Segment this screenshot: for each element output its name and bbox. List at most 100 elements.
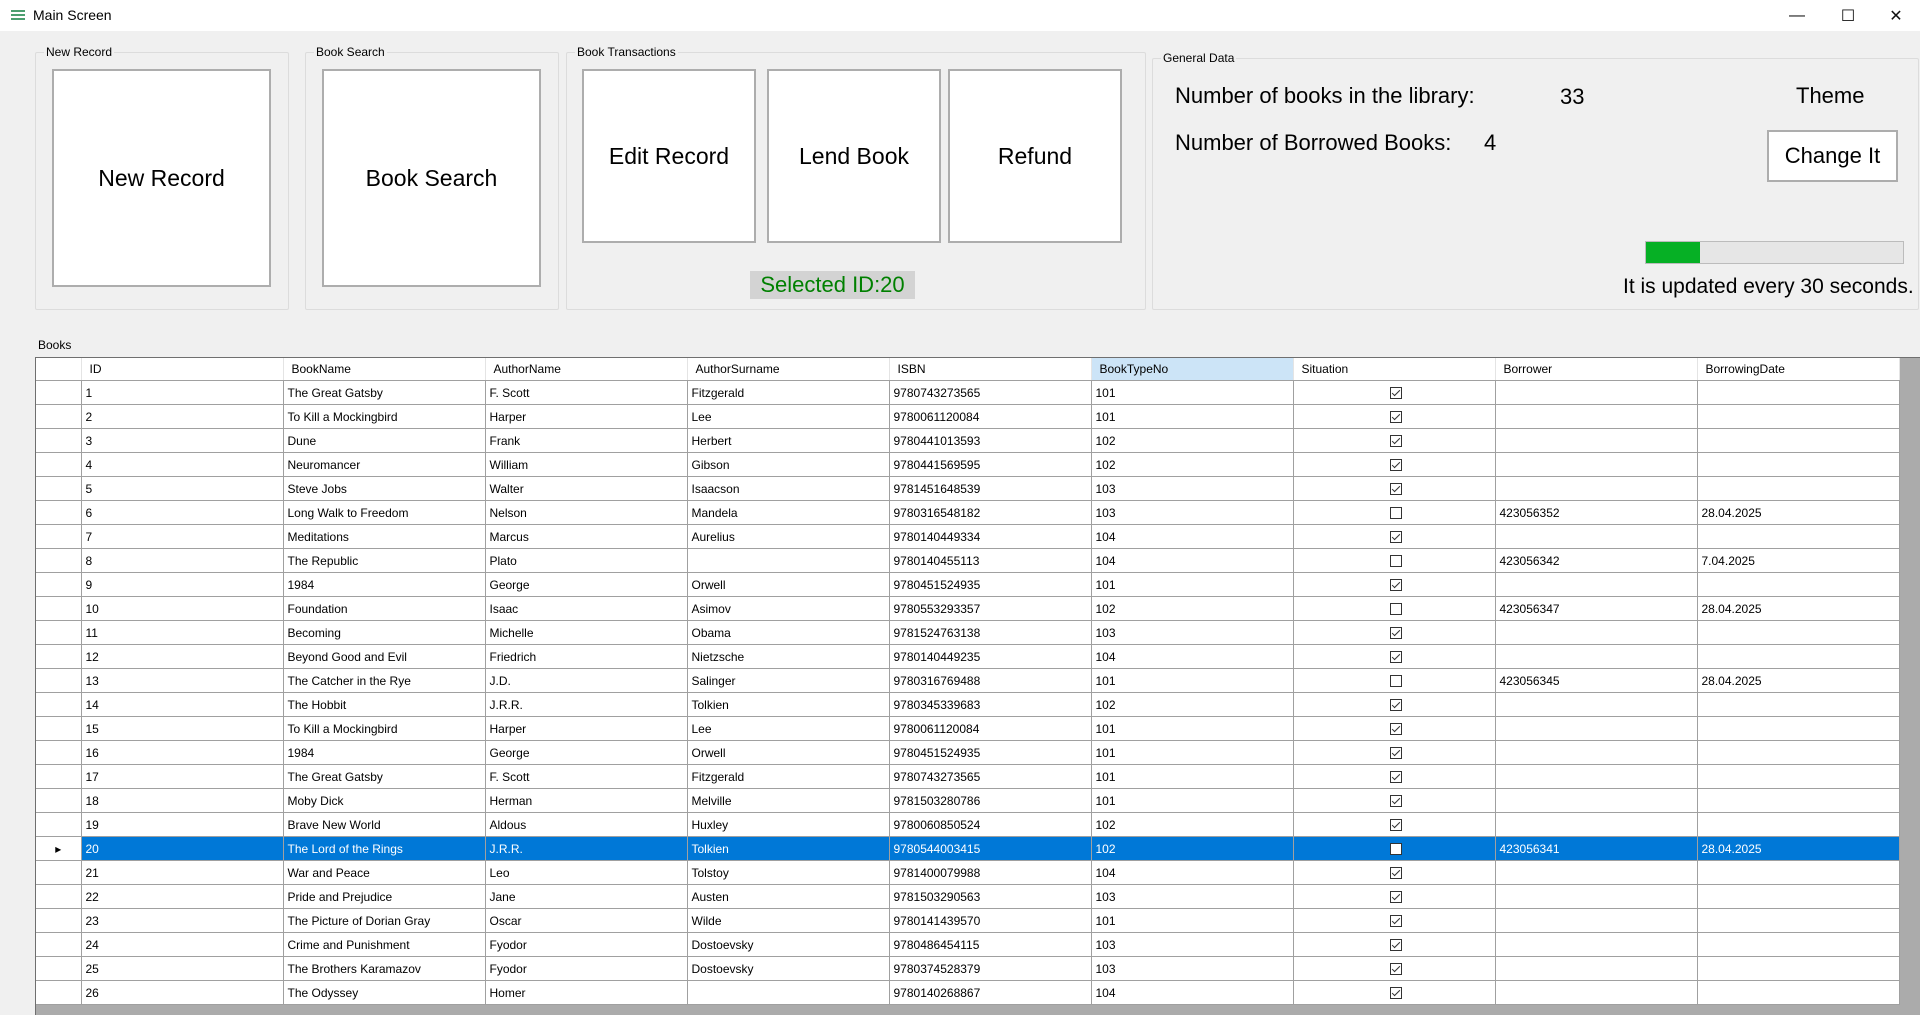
checkbox-unchecked-icon[interactable]	[1390, 675, 1402, 688]
table-cell[interactable]	[1697, 380, 1900, 405]
table-cell[interactable]	[1495, 380, 1698, 405]
table-cell[interactable]: Dostoevsky	[687, 956, 890, 981]
table-cell[interactable]: The Odyssey	[283, 980, 486, 1005]
table-cell[interactable]: Oscar	[485, 908, 688, 933]
table-row[interactable]: 26 The Odyssey Homer 9780140268867 104	[36, 980, 1900, 1005]
table-row[interactable]: 23 The Picture of Dorian Gray Oscar Wilde 97…	[36, 908, 1900, 933]
row-header[interactable]	[36, 812, 82, 837]
checkbox-checked-icon[interactable]	[1390, 699, 1402, 712]
table-cell[interactable]: 1984	[283, 740, 486, 765]
row-header[interactable]	[36, 596, 82, 621]
table-cell[interactable]	[1293, 980, 1496, 1005]
table-cell[interactable]: William	[485, 452, 688, 477]
column-header[interactable]: ID	[81, 358, 284, 381]
table-cell[interactable]: 101	[1091, 764, 1294, 789]
table-cell[interactable]	[1293, 692, 1496, 717]
table-cell[interactable]: 28.04.2025	[1697, 500, 1900, 525]
table-cell[interactable]: 9780553293357	[889, 596, 1092, 621]
table-cell[interactable]	[1293, 452, 1496, 477]
row-header[interactable]	[36, 380, 82, 405]
checkbox-checked-icon[interactable]	[1390, 987, 1402, 1000]
table-cell[interactable]	[1697, 524, 1900, 549]
edit-record-button[interactable]: Edit Record	[582, 69, 756, 243]
table-cell[interactable]	[1495, 644, 1698, 669]
table-cell[interactable]	[1697, 572, 1900, 597]
table-cell[interactable]: Harper	[485, 404, 688, 429]
table-cell[interactable]: Austen	[687, 884, 890, 909]
table-cell[interactable]: Frank	[485, 428, 688, 453]
table-row[interactable]: 24 Crime and Punishment Fyodor Dostoevsky 97…	[36, 932, 1900, 957]
table-cell[interactable]: Brave New World	[283, 812, 486, 837]
table-cell[interactable]	[1293, 908, 1496, 933]
table-cell[interactable]: 18	[81, 788, 284, 813]
table-cell[interactable]: Leo	[485, 860, 688, 885]
table-row[interactable]: 4 Neuromancer William Gibson 9780441569595 10…	[36, 452, 1900, 477]
checkbox-checked-icon[interactable]	[1390, 627, 1402, 640]
table-cell[interactable]: 24	[81, 932, 284, 957]
table-cell[interactable]: 1984	[283, 572, 486, 597]
table-cell[interactable]: 104	[1091, 524, 1294, 549]
table-cell[interactable]: The Republic	[283, 548, 486, 573]
checkbox-checked-icon[interactable]	[1390, 723, 1402, 736]
table-cell[interactable]: 12	[81, 644, 284, 669]
table-cell[interactable]: The Picture of Dorian Gray	[283, 908, 486, 933]
table-cell[interactable]: The Great Gatsby	[283, 764, 486, 789]
checkbox-checked-icon[interactable]	[1390, 915, 1402, 928]
table-cell[interactable]: 13	[81, 668, 284, 693]
table-cell[interactable]: 9780486454115	[889, 932, 1092, 957]
table-cell[interactable]	[1495, 572, 1698, 597]
table-cell[interactable]	[1697, 476, 1900, 501]
table-cell[interactable]	[1697, 956, 1900, 981]
table-cell[interactable]: 423056342	[1495, 548, 1698, 573]
table-cell[interactable]	[1697, 692, 1900, 717]
table-cell[interactable]: 9	[81, 572, 284, 597]
checkbox-checked-icon[interactable]	[1390, 867, 1402, 880]
table-cell[interactable]: 103	[1091, 500, 1294, 525]
table-cell[interactable]	[1495, 692, 1698, 717]
table-cell[interactable]: Nelson	[485, 500, 688, 525]
table-cell[interactable]: Orwell	[687, 572, 890, 597]
table-cell[interactable]: 9781400079988	[889, 860, 1092, 885]
table-cell[interactable]: F. Scott	[485, 380, 688, 405]
table-cell[interactable]: 102	[1091, 428, 1294, 453]
table-row[interactable]: 5 Steve Jobs Walter Isaacson 9781451648539 10…	[36, 476, 1900, 501]
table-cell[interactable]: 6	[81, 500, 284, 525]
table-cell[interactable]: Herman	[485, 788, 688, 813]
row-header[interactable]	[36, 548, 82, 573]
table-cell[interactable]: 9780140455113	[889, 548, 1092, 573]
table-cell[interactable]	[1293, 788, 1496, 813]
table-cell[interactable]: Fitzgerald	[687, 380, 890, 405]
row-header[interactable]	[36, 452, 82, 477]
table-cell[interactable]: 101	[1091, 572, 1294, 597]
table-cell[interactable]	[1293, 644, 1496, 669]
table-cell[interactable]	[1293, 572, 1496, 597]
table-cell[interactable]: 22	[81, 884, 284, 909]
maximize-button[interactable]: ☐	[1825, 0, 1871, 31]
table-cell[interactable]: 102	[1091, 692, 1294, 717]
table-cell[interactable]	[1293, 764, 1496, 789]
table-cell[interactable]	[687, 548, 890, 573]
table-cell[interactable]: 10	[81, 596, 284, 621]
table-cell[interactable]: 28.04.2025	[1697, 668, 1900, 693]
table-cell[interactable]: 19	[81, 812, 284, 837]
table-cell[interactable]: Melville	[687, 788, 890, 813]
table-cell[interactable]: 9780743273565	[889, 764, 1092, 789]
table-row[interactable]: 11 Becoming Michelle Obama 9781524763138 103	[36, 620, 1900, 645]
row-header[interactable]	[36, 764, 82, 789]
table-cell[interactable]: 101	[1091, 404, 1294, 429]
column-header[interactable]: AuthorSurname	[687, 358, 890, 381]
table-cell[interactable]: 101	[1091, 788, 1294, 813]
table-row[interactable]: 9 1984 George Orwell 9780451524935 101	[36, 572, 1900, 597]
checkbox-checked-icon[interactable]	[1390, 579, 1402, 592]
table-cell[interactable]: 103	[1091, 932, 1294, 957]
table-cell[interactable]: Marcus	[485, 524, 688, 549]
table-cell[interactable]	[1697, 908, 1900, 933]
table-cell[interactable]: 16	[81, 740, 284, 765]
table-cell[interactable]	[1697, 764, 1900, 789]
checkbox-unchecked-icon[interactable]	[1390, 603, 1402, 616]
row-header[interactable]	[36, 692, 82, 717]
table-cell[interactable]: 15	[81, 716, 284, 741]
table-cell[interactable]: Tolstoy	[687, 860, 890, 885]
table-cell[interactable]: 7.04.2025	[1697, 548, 1900, 573]
table-cell[interactable]: 9780544003415	[889, 836, 1092, 861]
